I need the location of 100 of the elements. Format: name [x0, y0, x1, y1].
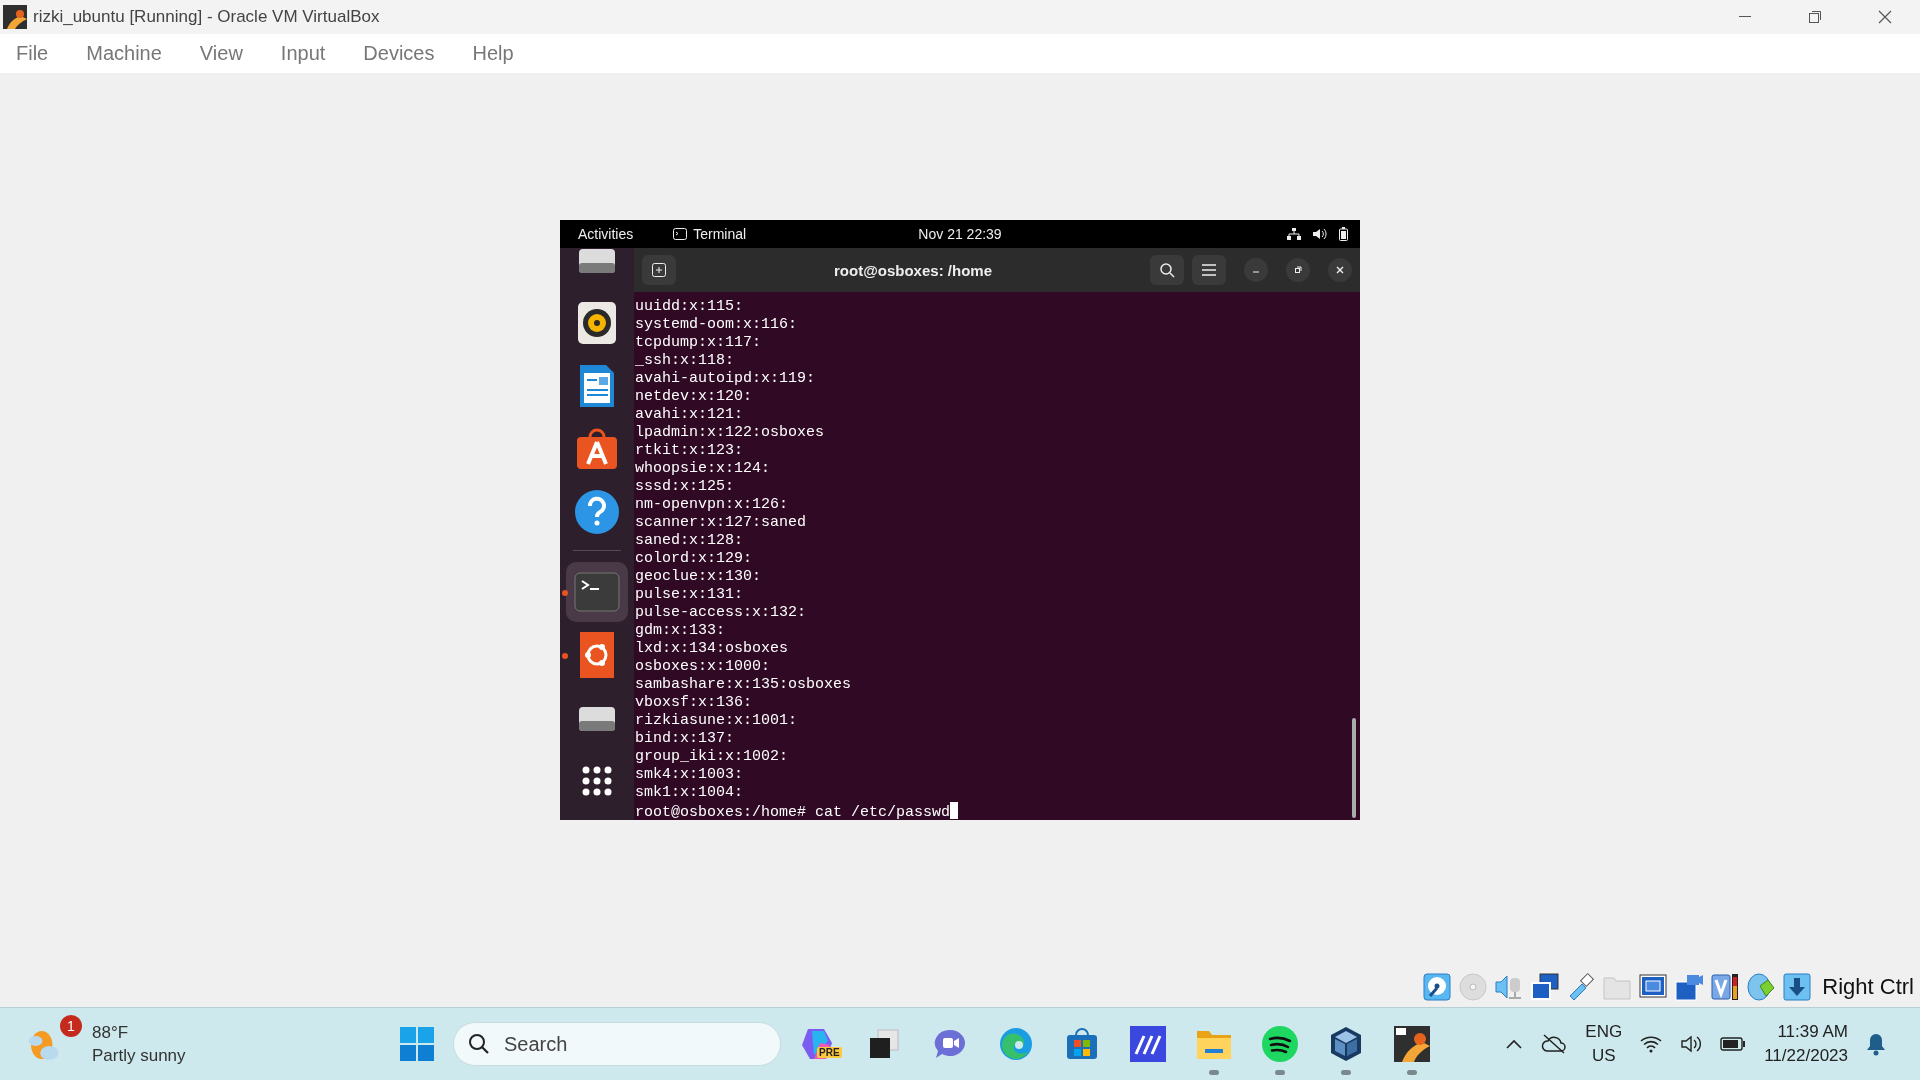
terminal-line: geoclue:x:130:	[635, 568, 763, 586]
edge-icon	[998, 1026, 1034, 1062]
terminal-title: root@osboxes: /home	[833, 261, 993, 279]
task-view-icon	[868, 1028, 900, 1060]
chip-meter-icon[interactable]	[1710, 972, 1741, 1002]
terminal-line: vboxsf:x:136:	[635, 694, 754, 712]
terminal-line: netdev:x:120:	[635, 388, 754, 406]
minimize-icon	[1739, 16, 1751, 18]
start-button[interactable]	[397, 1024, 437, 1064]
terminal-line: avahi-autoipd:x:119:	[635, 370, 817, 388]
volume-icon[interactable]	[1313, 228, 1327, 240]
scrollbar[interactable]	[1352, 718, 1356, 818]
help-icon	[574, 489, 620, 535]
menu-item[interactable]: Help	[472, 42, 530, 65]
taskbar-app[interactable]: PRE	[785, 1011, 851, 1077]
battery-icon[interactable]	[1339, 227, 1348, 241]
search-button[interactable]	[1150, 255, 1184, 285]
terminal-line: colord:x:129:	[635, 550, 754, 568]
menu-button[interactable]	[1192, 255, 1226, 285]
terminal-line: whoopsie:x:124:	[635, 460, 772, 478]
terminal-line: avahi:x:121:	[635, 406, 745, 424]
terminal-line: _ssh:x:118:	[635, 352, 736, 370]
menu-item[interactable]: View	[199, 42, 259, 65]
language-indicator[interactable]: ENG US	[1585, 1020, 1623, 1068]
command-prompt: root@osboxes:/home# cat /etc/passwd	[635, 804, 951, 820]
shopping-bag-icon	[575, 427, 619, 471]
close-button[interactable]	[1328, 258, 1352, 282]
search-icon	[1159, 262, 1175, 278]
clock[interactable]: 11:39 AM 11/22/2023	[1764, 1020, 1848, 1068]
maximize-button[interactable]	[1286, 258, 1310, 282]
terminal-line: uuidd:x:115:	[635, 298, 745, 316]
spotify-icon	[1261, 1025, 1299, 1063]
store-icon	[1065, 1027, 1099, 1061]
terminal-line: smk1:x:1004:	[635, 784, 745, 802]
volume-icon[interactable]	[1680, 1034, 1703, 1054]
terminal-line: bind:x:137:	[635, 730, 736, 748]
terminal-line: nm-openvpn:x:126:	[635, 496, 790, 514]
download-icon[interactable]	[1782, 972, 1813, 1002]
menu-icon	[1202, 264, 1216, 276]
document-icon	[578, 363, 616, 409]
new-tab-icon	[652, 263, 666, 277]
search-field[interactable]: Search	[453, 1022, 781, 1066]
mouse-integration-icon[interactable]	[1746, 972, 1777, 1002]
chevron-up-icon[interactable]	[1505, 1038, 1524, 1050]
weather-condition: Partly sunny	[92, 1045, 186, 1067]
terminal-line: pulse:x:131:	[635, 586, 745, 604]
network-icon[interactable]	[1530, 972, 1561, 1002]
maximize-icon	[1293, 265, 1303, 275]
restore-icon	[1809, 11, 1821, 23]
menu-item[interactable]: File	[16, 42, 65, 65]
terminal-line: smk4:x:1003:	[635, 766, 745, 784]
chat-icon	[933, 1028, 967, 1060]
terminal-line: sambashare:x:135:osboxes	[635, 676, 853, 694]
slash-logo-icon	[1130, 1026, 1166, 1062]
terminal-line: systemd-oom:x:116:	[635, 316, 799, 334]
notification-badge: 1	[60, 1015, 82, 1037]
close-icon	[1878, 10, 1892, 24]
windows-icon	[400, 1027, 434, 1061]
host-key-label: Right Ctrl	[1822, 974, 1914, 1000]
ubuntu-icon	[580, 632, 614, 678]
preview-badge: PRE	[817, 1047, 842, 1058]
minimize-button[interactable]	[1244, 258, 1268, 282]
terminal-line: rizkiasune:x:1001:	[635, 712, 799, 730]
video-camera-icon[interactable]	[1674, 972, 1705, 1002]
menu-item[interactable]: Machine	[86, 42, 178, 65]
terminal-line: group_iki:x:1002:	[635, 748, 790, 766]
terminal-line: gdm:x:133:	[635, 622, 726, 640]
app-menu[interactable]: Terminal	[693, 226, 747, 242]
terminal-line: lxd:x:134:osboxes	[635, 640, 790, 658]
terminal-line: osboxes:x:1000:	[635, 658, 772, 676]
cloud-off-icon[interactable]	[1541, 1034, 1568, 1054]
wifi-icon[interactable]	[1640, 1035, 1663, 1053]
cursor	[950, 802, 959, 819]
search-icon	[468, 1033, 490, 1055]
battery-icon[interactable]	[1720, 1037, 1747, 1051]
menu-item[interactable]: Input	[280, 42, 342, 65]
activities-button[interactable]: Activities	[578, 226, 634, 242]
window-title: rizki_ubuntu [Running] - Oracle VM VirtualBox	[33, 7, 380, 27]
drive-icon	[578, 248, 616, 275]
network-icon[interactable]	[1287, 228, 1301, 240]
cube-icon	[1329, 1025, 1363, 1063]
bell-icon[interactable]	[1866, 1032, 1886, 1056]
terminal-line: rtkit:x:123:	[635, 442, 745, 460]
terminal-line: pulse-access:x:132:	[635, 604, 808, 622]
menu-item[interactable]: Devices	[363, 42, 451, 65]
terminal-icon	[574, 572, 620, 612]
terminal-icon	[673, 228, 688, 240]
terminal-line: lpadmin:x:122:osboxes	[635, 424, 826, 442]
app-grid-icon	[582, 766, 612, 796]
terminal-line: saned:x:128:	[635, 532, 745, 550]
temperature: 88°F	[92, 1022, 130, 1044]
speaker-icon	[577, 301, 617, 345]
terminal-line: tcpdump:x:117:	[635, 334, 763, 352]
clock[interactable]: Nov 21 22:39	[918, 226, 1002, 242]
new-tab-button[interactable]	[642, 255, 676, 285]
terminal-line: sssd:x:125:	[635, 478, 736, 496]
virtualbox-icon	[1394, 1026, 1430, 1062]
close-icon	[1335, 265, 1345, 275]
terminal-line: scanner:x:127:saned	[635, 514, 808, 532]
virtualbox-icon	[3, 5, 27, 29]
